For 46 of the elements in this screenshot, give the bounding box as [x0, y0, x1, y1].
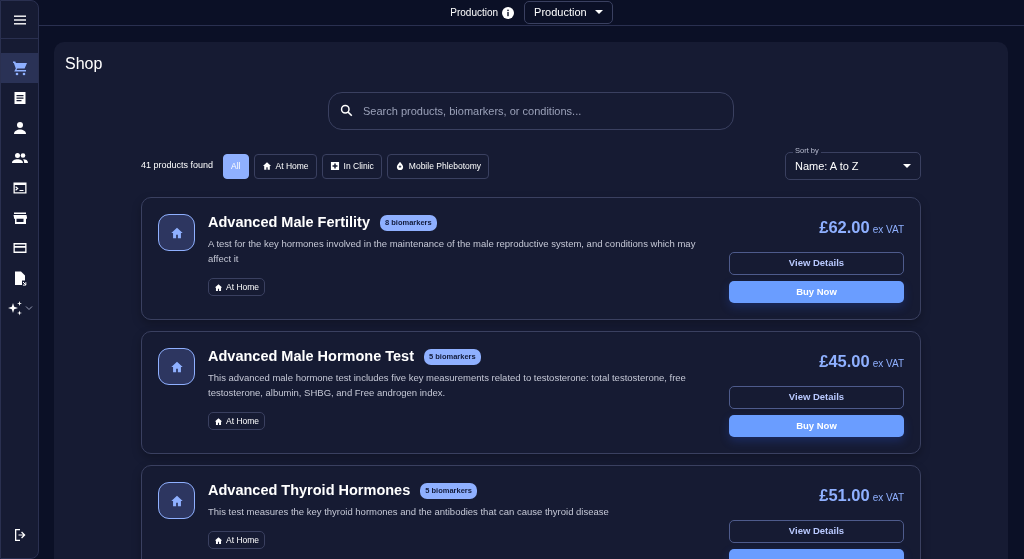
- price-note: ex VAT: [872, 224, 904, 236]
- product-tag: At Home: [208, 277, 266, 297]
- search-field[interactable]: Search products, biomarkers, or conditions...: [328, 92, 734, 131]
- droplet-icon: [394, 161, 405, 172]
- person-icon: [11, 120, 28, 136]
- terminal-icon: [11, 180, 28, 196]
- results-count: 41 products found: [141, 159, 214, 173]
- page-title: Shop: [65, 54, 104, 74]
- credit-card-icon: [11, 240, 28, 256]
- product-type-icon: [158, 214, 195, 252]
- filter-button[interactable]: Mobile Phlebotomy: [386, 153, 490, 179]
- home-icon: [261, 161, 272, 172]
- medical-cross-icon: [329, 161, 340, 172]
- people-icon: [11, 150, 28, 166]
- view-details-button[interactable]: View Details: [729, 386, 904, 409]
- cart-icon: [11, 60, 28, 76]
- price-note: ex VAT: [872, 358, 904, 370]
- product-type-icon: [158, 348, 195, 386]
- store-icon: [11, 210, 28, 226]
- home-icon: [214, 416, 223, 426]
- caret-icon: [594, 10, 603, 15]
- home-icon: [214, 282, 223, 292]
- price-note: ex VAT: [872, 492, 904, 504]
- price-value: £51.00: [819, 486, 870, 505]
- view-details-button[interactable]: View Details: [729, 252, 904, 275]
- product-tag: At Home: [208, 530, 266, 550]
- home-icon: [214, 535, 223, 545]
- caret-icon: [903, 163, 911, 169]
- product-type-icon: [158, 482, 195, 520]
- info-icon[interactable]: [502, 6, 515, 19]
- environment-label: Production: [450, 6, 499, 20]
- product-name: Advanced Thyroid Hormones: [208, 482, 411, 500]
- product-description: A test for the key hormones involved in the maintenance of the male reproductive system, and conditions which may affect it: [208, 236, 697, 266]
- view-details-button[interactable]: View Details: [729, 520, 904, 543]
- search-icon: [340, 104, 353, 118]
- product-tag: At Home: [208, 411, 266, 431]
- product-description: This test measures the key thyroid hormones and the antibodies that can cause thyroid disease: [208, 504, 610, 519]
- sidebar-item[interactable]: [1, 53, 38, 83]
- environment-select[interactable]: Production: [524, 1, 613, 24]
- filter-button[interactable]: In Clinic: [321, 153, 382, 179]
- product-description: This advanced male hormone test includes five key measurements related to testosterone: total testosterone, free testosterone, albumin, SHBG, and Free androgen index.: [208, 370, 687, 400]
- price-value: £45.00: [819, 352, 870, 371]
- product-name: Advanced Male Hormone Test: [208, 348, 414, 366]
- filter-button[interactable]: At Home: [253, 153, 317, 179]
- product-name: Advanced Male Fertility: [208, 214, 370, 232]
- price-value: £62.00: [819, 218, 870, 237]
